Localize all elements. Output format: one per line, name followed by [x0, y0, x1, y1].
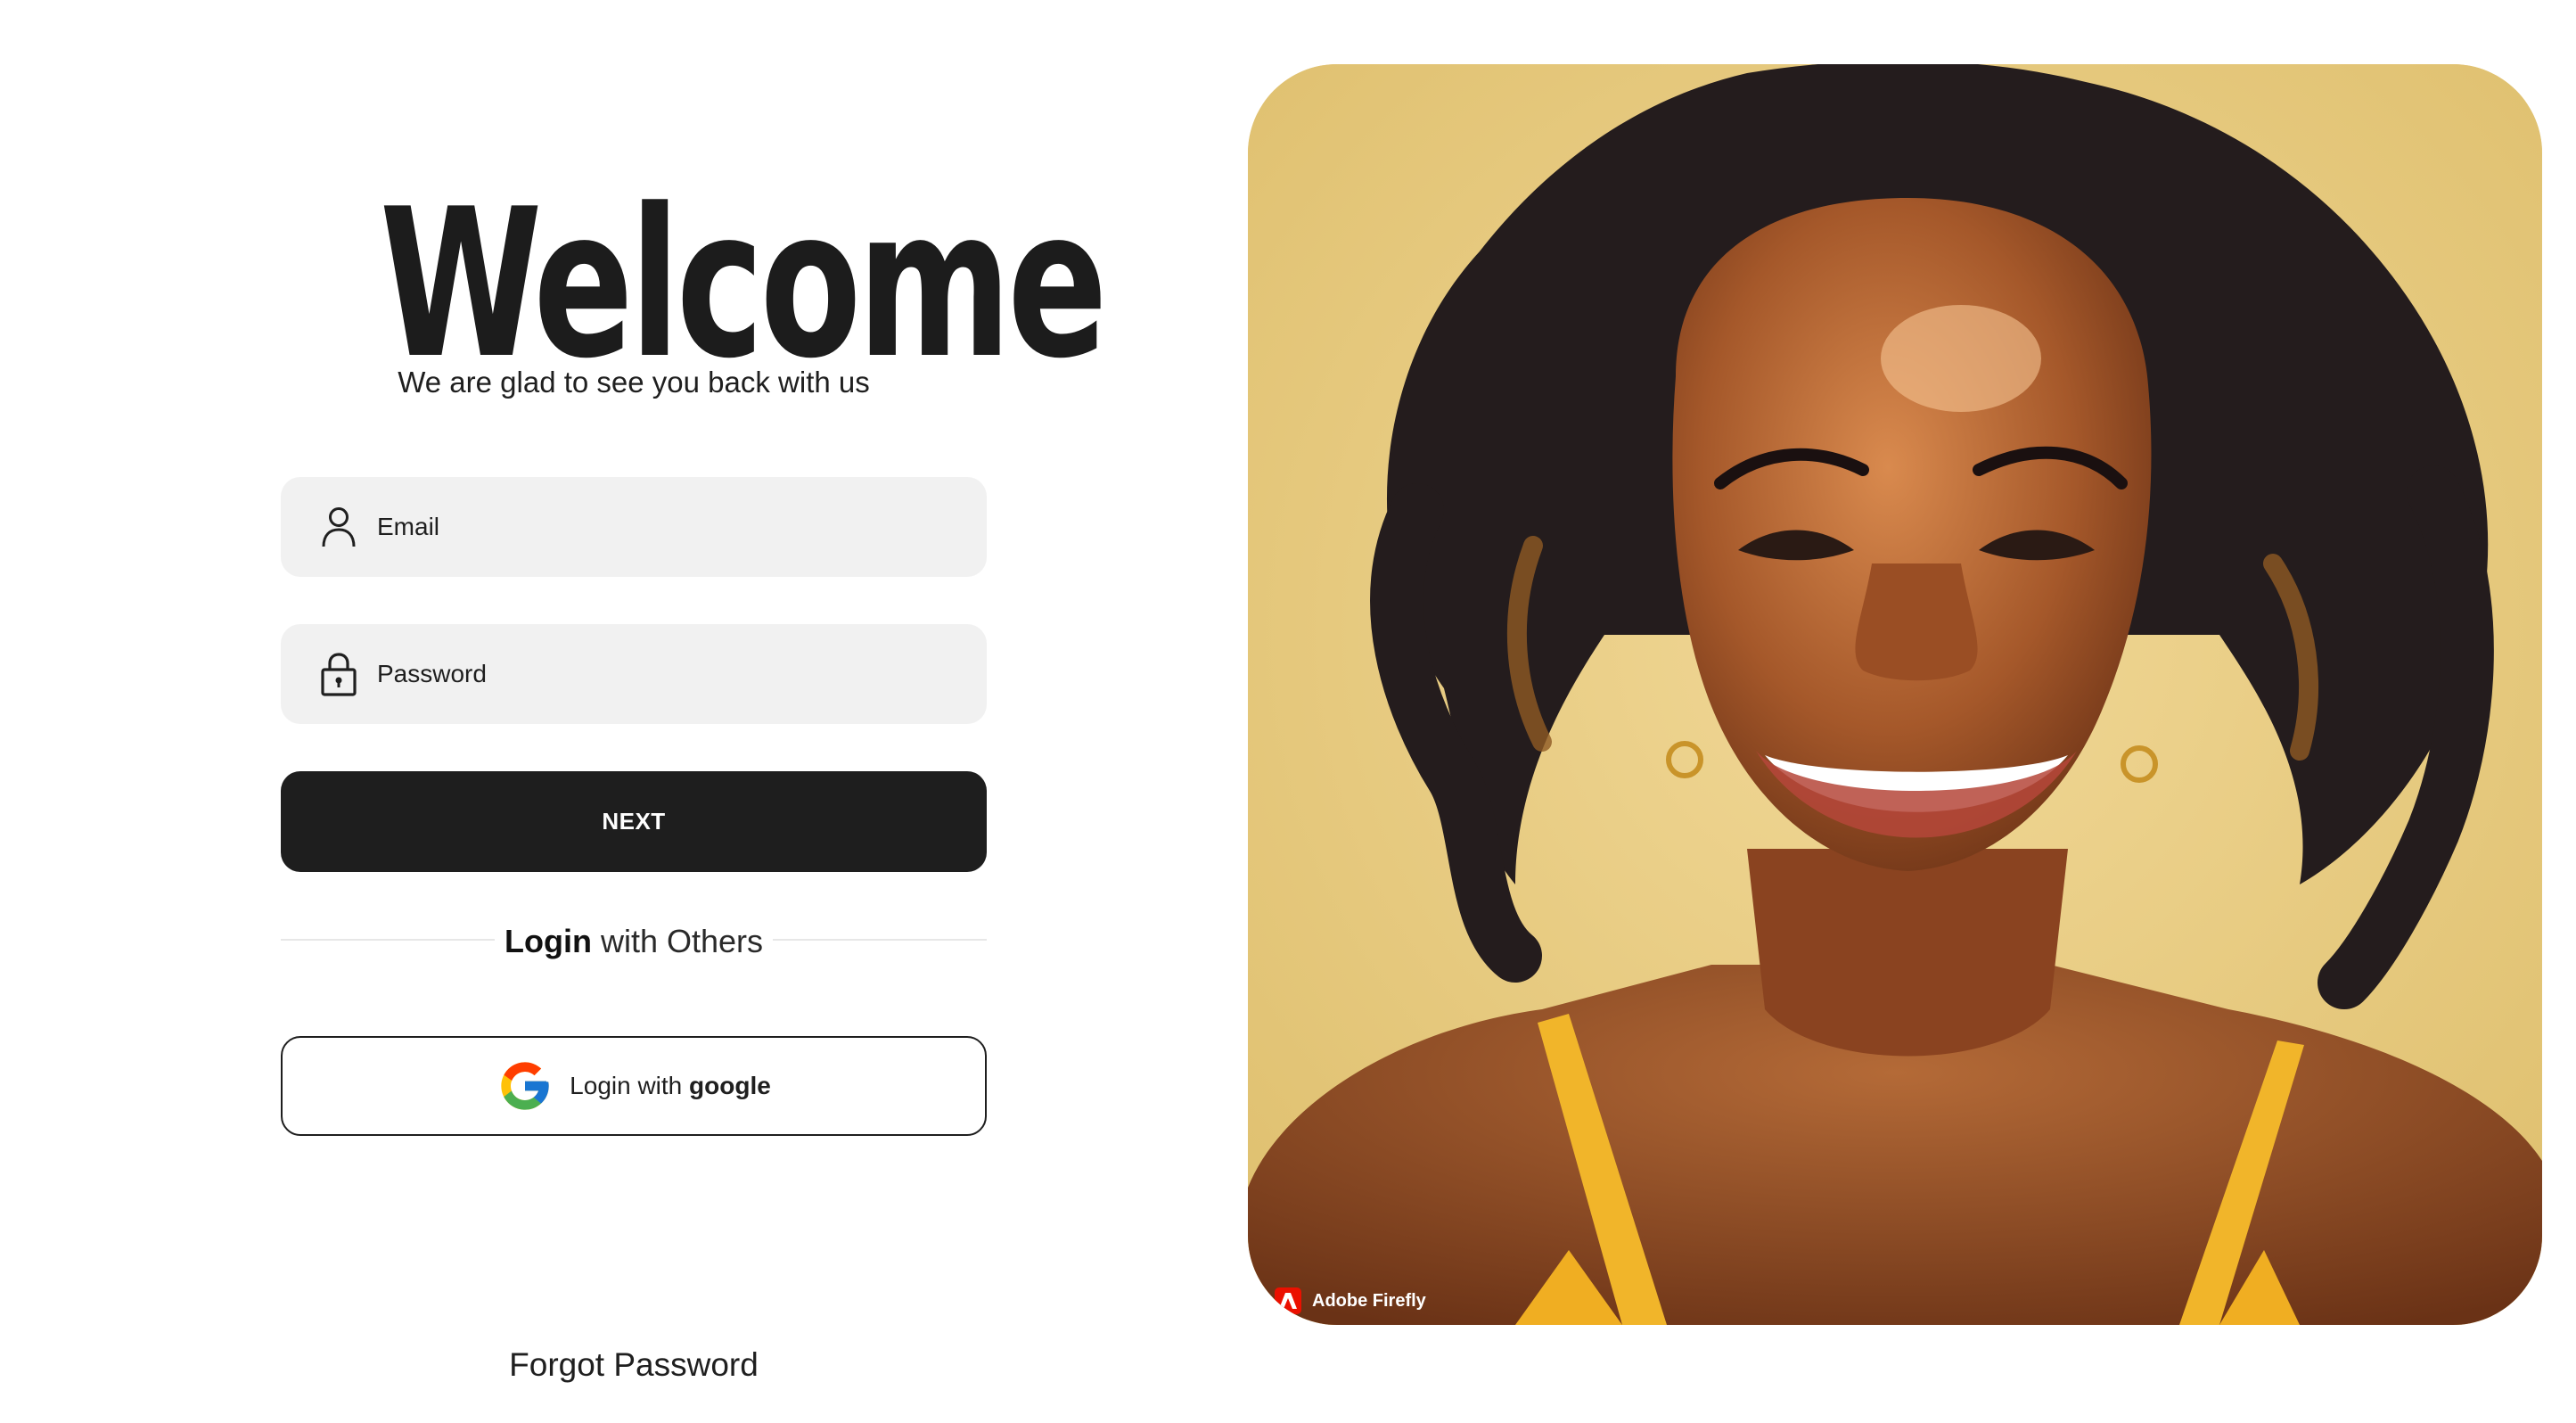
- google-login-button[interactable]: Login with google: [281, 1036, 987, 1136]
- divider-bold-text: Login: [504, 923, 592, 959]
- password-field[interactable]: [281, 624, 987, 724]
- page-subtitle: We are glad to see you back with us: [398, 366, 870, 399]
- login-with-others-label: Login with Others: [281, 923, 987, 960]
- google-login-label: Login with google: [570, 1072, 771, 1100]
- google-icon: [501, 1062, 549, 1110]
- email-input[interactable]: [377, 513, 912, 541]
- adobe-firefly-label: Adobe Firefly: [1312, 1290, 1426, 1311]
- login-page: Welcome We are glad to see you back with…: [0, 0, 2576, 1423]
- google-login-prefix: Login with: [570, 1072, 690, 1099]
- hero-portrait-image: Adobe Firefly: [1248, 64, 2542, 1325]
- password-input[interactable]: [377, 660, 912, 688]
- forgot-password-link[interactable]: Forgot Password: [281, 1346, 987, 1384]
- divider-rest-text: with Others: [591, 923, 764, 959]
- page-title: Welcome: [379, 166, 1108, 404]
- adobe-icon: [1275, 1287, 1301, 1314]
- next-button[interactable]: NEXT: [281, 771, 987, 872]
- adobe-firefly-badge: Adobe Firefly: [1275, 1287, 1426, 1314]
- email-field[interactable]: [281, 477, 987, 577]
- portrait-illustration: [1248, 64, 2542, 1325]
- lock-icon: [318, 652, 359, 696]
- user-icon: [318, 505, 359, 549]
- google-login-bold: google: [689, 1072, 771, 1099]
